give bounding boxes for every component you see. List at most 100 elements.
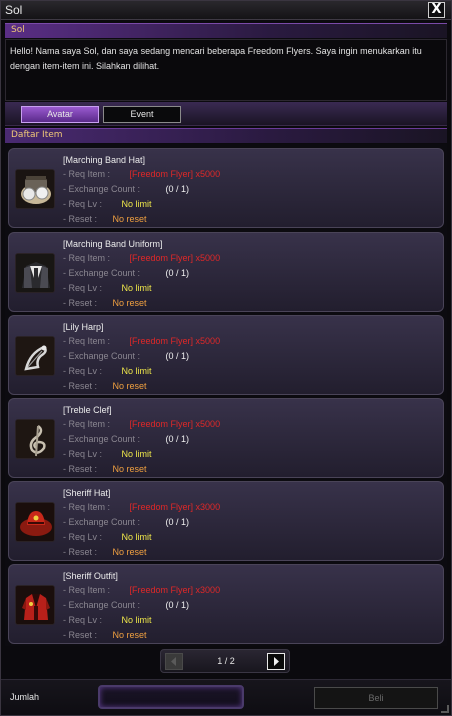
item-name: [Marching Band Uniform]	[63, 239, 163, 249]
tab-event[interactable]: Event	[103, 106, 181, 123]
npc-name: Sol	[11, 25, 25, 35]
quantity-input[interactable]	[98, 685, 244, 709]
req-item-label: - Req Item :	[63, 253, 111, 263]
sheriff-hat-icon	[15, 502, 55, 542]
req-item-label: - Req Item :	[63, 585, 111, 595]
req-item-value: [Freedom Flyer]	[129, 502, 194, 512]
title-bar[interactable]: Sol X	[1, 1, 451, 20]
req-item-row: - Req Item : [Freedom Flyer] x3000	[63, 502, 220, 512]
resize-handle[interactable]	[441, 705, 449, 713]
req-item-row: - Req Item : [Freedom Flyer] x5000	[63, 336, 220, 346]
buy-button[interactable]: Beli	[314, 687, 438, 709]
exchange-count-row: - Exchange Count : (0 / 1)	[63, 600, 189, 610]
req-lv-label: - Req Lv :	[63, 449, 103, 459]
req-item-row: - Req Item : [Freedom Flyer] x5000	[63, 419, 220, 429]
req-lv-row: - Req Lv : No limit	[63, 199, 152, 209]
exchange-count-value: (0 / 1)	[165, 517, 190, 527]
exchange-count-label: - Exchange Count :	[63, 184, 141, 194]
req-lv-value: No limit	[121, 366, 152, 376]
reset-label: - Reset :	[63, 547, 98, 557]
req-item-qty: x5000	[195, 169, 221, 179]
exchange-count-row: - Exchange Count : (0 / 1)	[63, 434, 189, 444]
req-lv-row: - Req Lv : No limit	[63, 283, 152, 293]
npc-name-bar: Sol	[5, 23, 447, 38]
npc-exchange-window: Sol X Sol Hello! Nama saya Sol, dan saya…	[0, 0, 452, 716]
req-item-label: - Req Item :	[63, 169, 111, 179]
reset-label: - Reset :	[63, 214, 98, 224]
req-lv-label: - Req Lv :	[63, 199, 103, 209]
req-item-label: - Req Item :	[63, 502, 111, 512]
next-page-button[interactable]	[267, 653, 285, 670]
req-item-qty: x5000	[195, 419, 221, 429]
exchange-count-row: - Exchange Count : (0 / 1)	[63, 517, 189, 527]
list-item[interactable]: [Treble Clef] - Req Item : [Freedom Flye…	[8, 398, 444, 478]
reset-label: - Reset :	[63, 630, 98, 640]
reset-row: - Reset : No reset	[63, 381, 147, 391]
tab-avatar[interactable]: Avatar	[21, 106, 99, 123]
req-lv-label: - Req Lv :	[63, 366, 103, 376]
exchange-count-label: - Exchange Count :	[63, 351, 141, 361]
req-item-value: [Freedom Flyer]	[129, 336, 194, 346]
req-item-row: - Req Item : [Freedom Flyer] x5000	[63, 253, 220, 263]
npc-dialog-text: Hello! Nama saya Sol, dan saya sedang me…	[5, 39, 447, 101]
list-item[interactable]: [Marching Band Hat] - Req Item : [Freedo…	[8, 148, 444, 228]
window-title: Sol	[5, 3, 23, 17]
list-item[interactable]: [Sheriff Outfit] - Req Item : [Freedom F…	[8, 564, 444, 644]
item-name: [Treble Clef]	[63, 405, 112, 415]
req-item-qty: x3000	[195, 585, 221, 595]
req-item-qty: x5000	[195, 253, 221, 263]
req-lv-value: No limit	[121, 199, 152, 209]
list-item[interactable]: [Marching Band Uniform] - Req Item : [Fr…	[8, 232, 444, 312]
close-button[interactable]: X	[428, 2, 445, 18]
req-item-value: [Freedom Flyer]	[129, 169, 194, 179]
list-item[interactable]: [Lily Harp] - Req Item : [Freedom Flyer]…	[8, 315, 444, 395]
req-lv-row: - Req Lv : No limit	[63, 615, 152, 625]
reset-value: No reset	[112, 214, 147, 224]
req-item-label: - Req Item :	[63, 336, 111, 346]
req-item-qty: x3000	[195, 502, 221, 512]
list-item[interactable]: [Sheriff Hat] - Req Item : [Freedom Flye…	[8, 481, 444, 561]
item-list-title: Daftar Item	[11, 130, 63, 140]
exchange-count-value: (0 / 1)	[165, 600, 190, 610]
quantity-label: Jumlah	[10, 692, 40, 702]
req-lv-value: No limit	[121, 532, 152, 542]
reset-value: No reset	[112, 381, 147, 391]
exchange-count-value: (0 / 1)	[165, 434, 190, 444]
treble-clef-icon	[15, 419, 55, 459]
reset-row: - Reset : No reset	[63, 214, 147, 224]
item-name: [Lily Harp]	[63, 322, 104, 332]
req-lv-value: No limit	[121, 283, 152, 293]
item-name: [Sheriff Outfit]	[63, 571, 118, 581]
req-lv-label: - Req Lv :	[63, 615, 103, 625]
req-lv-label: - Req Lv :	[63, 532, 103, 542]
req-item-value: [Freedom Flyer]	[129, 419, 194, 429]
reset-row: - Reset : No reset	[63, 630, 147, 640]
reset-row: - Reset : No reset	[63, 547, 147, 557]
req-item-row: - Req Item : [Freedom Flyer] x3000	[63, 585, 220, 595]
sheriff-outfit-icon	[15, 585, 55, 625]
exchange-count-value: (0 / 1)	[165, 268, 190, 278]
marching-band-uniform-icon	[15, 253, 55, 293]
exchange-count-row: - Exchange Count : (0 / 1)	[63, 351, 189, 361]
reset-label: - Reset :	[63, 381, 98, 391]
reset-row: - Reset : No reset	[63, 464, 147, 474]
req-item-qty: x5000	[195, 336, 221, 346]
req-lv-row: - Req Lv : No limit	[63, 449, 152, 459]
item-list-header: Daftar Item	[5, 128, 447, 143]
pagination: 1 / 2	[160, 649, 290, 673]
req-item-row: - Req Item : [Freedom Flyer] x5000	[63, 169, 220, 179]
reset-value: No reset	[112, 298, 147, 308]
req-lv-value: No limit	[121, 615, 152, 625]
exchange-count-label: - Exchange Count :	[63, 600, 141, 610]
item-name: [Marching Band Hat]	[63, 155, 146, 165]
reset-row: - Reset : No reset	[63, 298, 147, 308]
reset-label: - Reset :	[63, 298, 98, 308]
item-list: [Marching Band Hat] - Req Item : [Freedo…	[5, 144, 447, 646]
lily-harp-icon	[15, 336, 55, 376]
reset-label: - Reset :	[63, 464, 98, 474]
reset-value: No reset	[112, 464, 147, 474]
req-lv-label: - Req Lv :	[63, 283, 103, 293]
req-item-value: [Freedom Flyer]	[129, 585, 194, 595]
item-name: [Sheriff Hat]	[63, 488, 111, 498]
req-item-value: [Freedom Flyer]	[129, 253, 194, 263]
